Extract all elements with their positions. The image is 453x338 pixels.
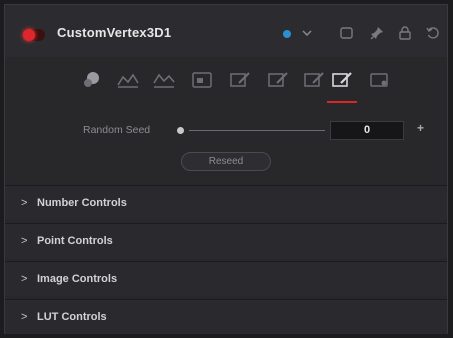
active-tab-indicator [327,101,357,103]
random-seed-slider-handle[interactable] [177,127,184,134]
edit-node-icon [230,72,250,87]
chevron-right-icon: > [21,235,28,247]
node-header: CustomVertex3D1 [5,5,447,57]
node-enable-toggle[interactable] [23,29,45,41]
node-title: CustomVertex3D1 [57,25,172,40]
random-seed-label: Random Seed [83,124,151,136]
reset-icon[interactable] [425,25,441,41]
toggle-indicator-icon [23,29,35,41]
tab-controls[interactable] [79,69,105,91]
section-lut-controls[interactable]: > LUT Controls [5,299,447,334]
section-label: Image Controls [37,273,118,285]
edit-node-icon [268,72,288,87]
tab-settings-active[interactable] [329,69,355,91]
reseed-button[interactable]: Reseed [181,152,271,171]
tab-settings-4[interactable] [367,69,393,91]
section-label: LUT Controls [37,311,107,323]
tab-settings-1[interactable] [227,69,253,91]
section-label: Point Controls [37,235,113,247]
tab-vertex[interactable] [115,69,141,91]
tab-settings-3[interactable] [301,69,327,91]
pin-icon[interactable] [369,25,385,41]
edit-node-icon [332,72,352,87]
vertex-graph-icon [117,73,139,88]
version-icon[interactable] [339,25,355,41]
settings-panel-icon [370,73,388,87]
section-number-controls[interactable]: > Number Controls [5,185,447,220]
tab-image[interactable] [189,69,215,91]
inspector-panel: CustomVertex3D1 Random Seed 0 + Reseed >… [4,4,448,334]
random-seed-controls: Random Seed 0 + Reseed [5,105,447,183]
random-seed-value-field[interactable]: 0 [330,121,404,140]
paint-blob-icon [84,72,99,87]
edit-node-icon [304,72,324,87]
expand-plus-button[interactable]: + [417,121,424,135]
inspector-tab-bar [5,61,447,105]
tab-pixel[interactable] [151,69,177,91]
image-icon [192,72,212,88]
section-image-controls[interactable]: > Image Controls [5,261,447,296]
chevron-down-icon[interactable] [301,27,313,39]
chevron-right-icon: > [21,197,28,209]
node-color-chip[interactable] [283,30,291,38]
random-seed-slider[interactable] [189,130,325,131]
section-point-controls[interactable]: > Point Controls [5,223,447,258]
lock-icon[interactable] [397,25,413,41]
chevron-right-icon: > [21,273,28,285]
section-label: Number Controls [37,197,127,209]
tab-settings-2[interactable] [265,69,291,91]
chevron-right-icon: > [21,311,28,323]
pixel-graph-icon [153,73,175,88]
